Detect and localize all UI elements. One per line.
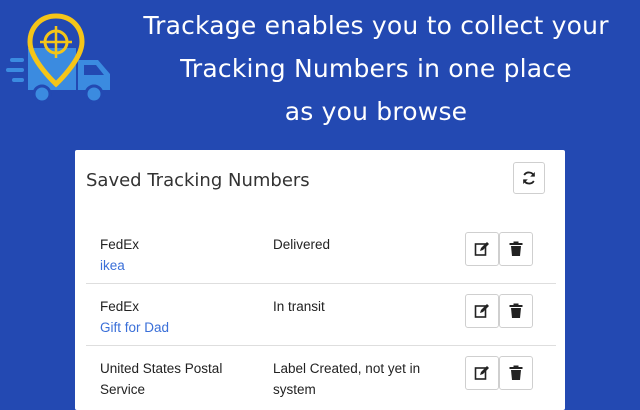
trash-icon [509,303,523,318]
carrier-cell: FedEx Gift for Dad [100,296,260,338]
refresh-icon [523,171,535,185]
carrier-cell: United States Postal Service [100,358,260,400]
delete-button[interactable] [499,232,533,266]
carrier-name: FedEx [100,299,140,314]
edit-icon [474,366,489,380]
edit-button[interactable] [465,294,499,328]
status-text: In transit [273,299,325,314]
refresh-button[interactable] [513,162,545,194]
delete-button[interactable] [499,294,533,328]
headline-line-3: as you browse [284,97,468,126]
tracking-list: FedEx ikea Delivered FedEx Gift for Dad … [86,222,556,407]
status-text: Label Created, not yet in system [273,361,421,397]
saved-tracking-panel: Saved Tracking Numbers FedEx ikea Delive… [75,150,565,410]
edit-icon [474,242,489,256]
list-item: FedEx Gift for Dad In transit [86,284,556,346]
trash-icon [509,241,523,256]
carrier-name: FedEx [100,237,140,252]
panel-title: Saved Tracking Numbers [86,170,310,191]
tracking-label-link[interactable]: ikea [100,255,260,276]
headline: Trackage enables you to collect your Tra… [112,4,640,133]
truck-logo-icon [6,13,110,104]
edit-button[interactable] [465,356,499,390]
edit-button[interactable] [465,232,499,266]
carrier-name: United States Postal Service [100,361,223,397]
headline-line-2: Tracking Numbers in one place [180,54,572,83]
headline-line-1: Trackage enables you to collect your [143,11,609,40]
list-item: FedEx ikea Delivered [86,222,556,284]
carrier-cell: FedEx ikea [100,234,260,276]
edit-icon [474,304,489,318]
status-text: Delivered [273,237,331,252]
delete-button[interactable] [499,356,533,390]
trash-icon [509,365,523,380]
list-item: United States Postal Service Label Creat… [86,346,556,407]
tracking-label-link[interactable]: Gift for Dad [100,317,260,338]
